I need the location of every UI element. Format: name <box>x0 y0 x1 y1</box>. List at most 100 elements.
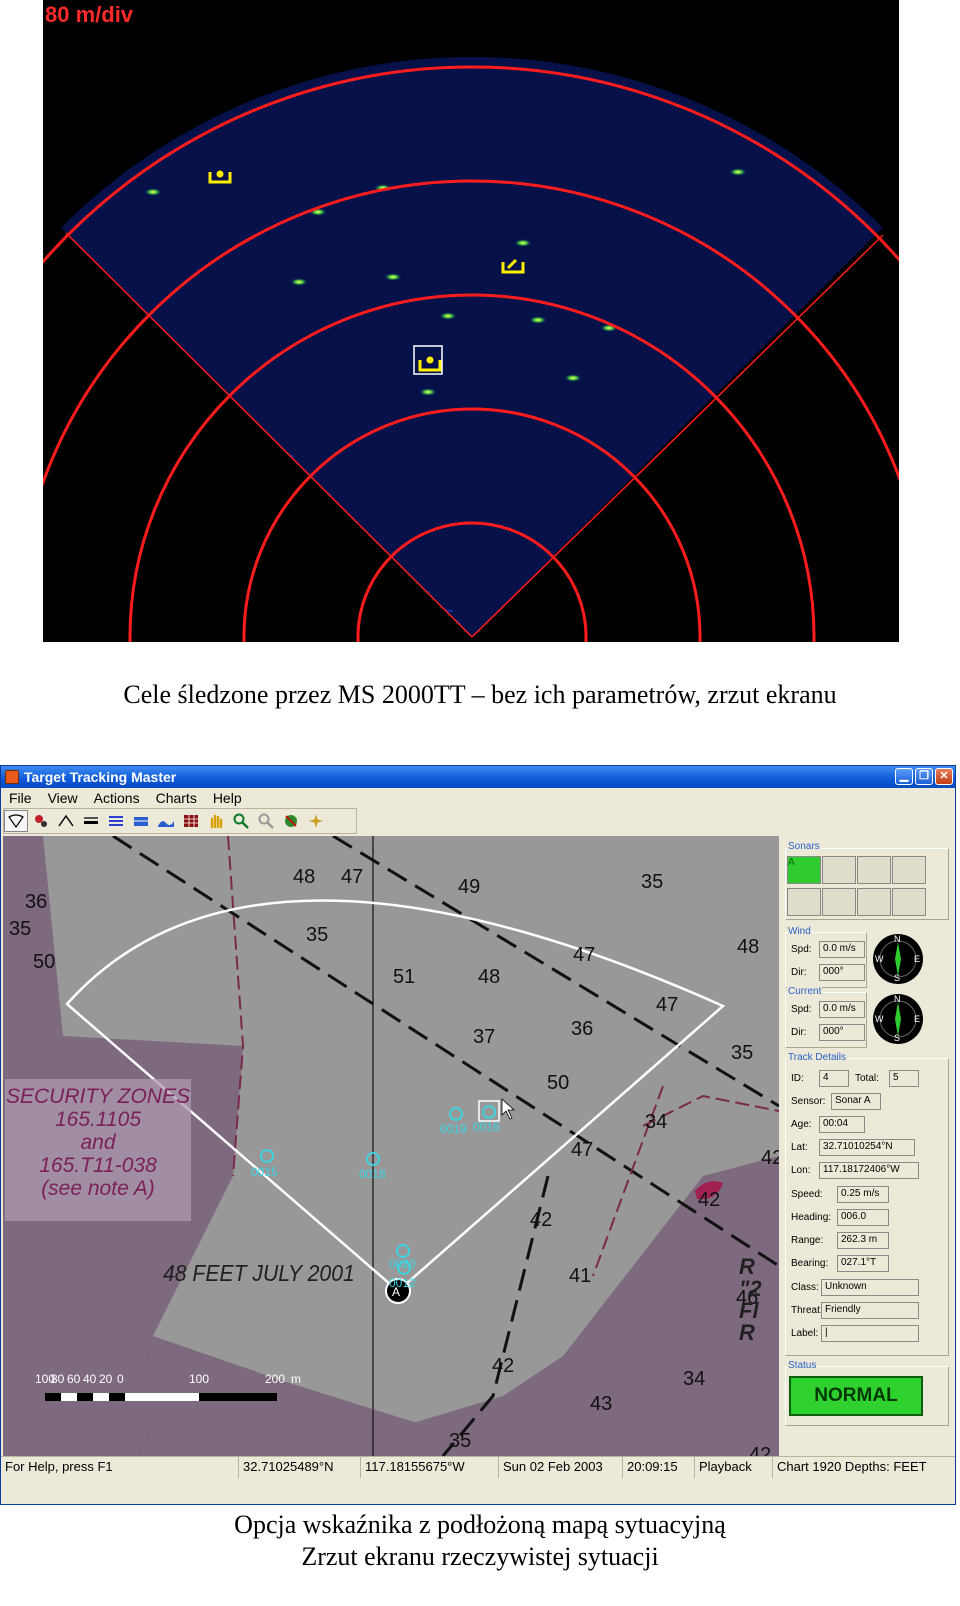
menu-view[interactable]: View <box>40 790 86 806</box>
app-icon <box>5 770 19 784</box>
sonar-slot-button[interactable] <box>787 888 821 916</box>
wind-speed-label: Spd: <box>791 944 812 955</box>
track-lat-label: Lat: <box>791 1142 808 1153</box>
title-bar[interactable]: Target Tracking Master ▁ ❐ ✕ <box>1 766 955 788</box>
current-dir-label: Dir: <box>791 1027 807 1038</box>
cursor-longitude: 117.18155675°W <box>361 1457 499 1478</box>
sonar-slot-button[interactable] <box>822 856 856 884</box>
menu-file[interactable]: File <box>1 790 40 806</box>
depth-sounding: 48 <box>293 866 316 888</box>
track-label[interactable]: 0012 <box>389 1276 416 1290</box>
wind-title: Wind <box>787 926 812 937</box>
depth-sounding: 51 <box>393 966 416 988</box>
maximize-button[interactable]: ❐ <box>915 768 933 785</box>
track-icon <box>260 1149 274 1163</box>
track-range-label: Range: <box>791 1235 824 1246</box>
sonar-display: 80 m/div <box>43 0 899 642</box>
sector-icon[interactable] <box>4 810 28 832</box>
track-icon <box>396 1244 410 1258</box>
track-id-label: ID: <box>791 1073 804 1084</box>
track-label[interactable]: 0018 <box>359 1167 386 1181</box>
compass-letter: N <box>894 934 901 944</box>
depth-bars-icon[interactable] <box>129 810 153 832</box>
compass-rose-icon[interactable] <box>304 810 328 832</box>
toolbar <box>3 808 357 834</box>
depth-sounding: 42 <box>530 1209 553 1231</box>
chart-map[interactable]: A 48 47 49 35 36 35 50 35 51 48 47 48 37 36 47 35 <box>3 836 779 1456</box>
current-title: Current <box>787 986 823 997</box>
range-scale-label: 80 m/div <box>45 2 134 27</box>
track-label[interactable]: 0016 <box>473 1120 500 1134</box>
grid-icon[interactable] <box>179 810 203 832</box>
depth-sounding: 49 <box>458 876 481 898</box>
track-id-field: 4 <box>819 1070 849 1087</box>
compass-letter: E <box>914 954 921 964</box>
depth-sounding: 50 <box>33 951 56 973</box>
chart-info: Chart 1920 Depths: FEET <box>777 1459 927 1474</box>
track-age-label: Age: <box>791 1119 812 1130</box>
sonar-slot-button[interactable] <box>857 856 891 884</box>
status-bar: For Help, press F1 32.71025489°N 117.181… <box>1 1456 955 1478</box>
scale-label: 40 <box>83 1372 97 1386</box>
track-sensor-label: Sensor: <box>791 1096 826 1107</box>
compass-letter: W <box>875 1014 884 1024</box>
track-bearing-label: Bearing: <box>791 1258 829 1269</box>
track-heading-label: Heading: <box>791 1212 832 1223</box>
menu-charts[interactable]: Charts <box>148 790 205 806</box>
depth-sounding: 47 <box>656 994 679 1016</box>
sonar-slot-button[interactable] <box>892 856 926 884</box>
wind-dir-label: Dir: <box>791 967 807 978</box>
mouse-cursor-icon <box>501 1098 516 1120</box>
range-100-icon[interactable] <box>79 810 103 832</box>
zoom-in-icon[interactable] <box>229 810 253 832</box>
seabed-icon[interactable] <box>154 810 178 832</box>
scale-label: 80 <box>51 1372 65 1386</box>
pan-hand-icon[interactable] <box>204 810 228 832</box>
depth-sounding: 43 <box>590 1393 613 1415</box>
zone-text: 165.T11-038 <box>39 1154 157 1177</box>
targets-icon[interactable] <box>29 810 53 832</box>
track-total-label: Total: <box>855 1073 879 1084</box>
depth-sounding: 36 <box>571 1018 594 1040</box>
track-class-label: Class: <box>791 1282 819 1293</box>
current-dir-field: 000° <box>819 1024 865 1041</box>
depth-sounding: 36 <box>25 891 48 913</box>
depth-sounding: 42 <box>698 1189 721 1211</box>
wind-speed-field: 0.0 m/s <box>819 941 865 958</box>
compass-letter: S <box>894 973 901 983</box>
depth-sounding: 34 <box>683 1368 706 1390</box>
playback-date: Sun 02 Feb 2003 <box>499 1457 623 1478</box>
scale-label: 200 <box>265 1372 286 1386</box>
caption-bottom-1: Opcja wskaźnika z podłożoną mapą sytuacy… <box>234 1510 726 1539</box>
wind-dir-field: 000° <box>819 964 865 981</box>
caption-bottom-2: Zrzut ekranu rzeczywistej sytuacji <box>301 1542 659 1571</box>
depth-sounding: 35 <box>9 918 32 940</box>
menu-actions[interactable]: Actions <box>86 790 148 806</box>
nmea-icon[interactable] <box>54 810 78 832</box>
status-indicator: NORMAL <box>789 1376 923 1416</box>
menu-help[interactable]: Help <box>205 790 250 806</box>
minimize-button[interactable]: ▁ <box>895 768 913 785</box>
track-threat-label: Threat: <box>791 1305 823 1316</box>
depth-sounding: 35 <box>449 1430 472 1452</box>
track-label-field[interactable]: | <box>821 1325 919 1342</box>
sonar-slot-button[interactable] <box>822 888 856 916</box>
sonar-slot-button[interactable] <box>857 888 891 916</box>
close-button[interactable]: ✕ <box>935 768 953 785</box>
depth-sounding: 35 <box>731 1042 754 1064</box>
track-label[interactable]: 0015 <box>251 1165 278 1179</box>
track-label[interactable]: 0020 <box>389 1257 416 1271</box>
depth-sounding: 34 <box>645 1111 668 1133</box>
zone-text: (see note A) <box>41 1177 155 1200</box>
layers-icon[interactable] <box>104 810 128 832</box>
zoom-out-icon[interactable] <box>254 810 278 832</box>
window-title: Target Tracking Master <box>24 769 177 785</box>
no-target-icon[interactable] <box>279 810 303 832</box>
compass-letter: E <box>914 1014 921 1024</box>
sonar-a-button[interactable]: A <box>787 856 821 884</box>
depth-sounding: 48 <box>478 966 501 988</box>
buoy-label-line: R "2 <box>739 1254 762 1301</box>
track-label[interactable]: 0019 <box>440 1122 467 1136</box>
sonar-slot-button[interactable] <box>892 888 926 916</box>
track-speed-label: Speed: <box>791 1189 823 1200</box>
